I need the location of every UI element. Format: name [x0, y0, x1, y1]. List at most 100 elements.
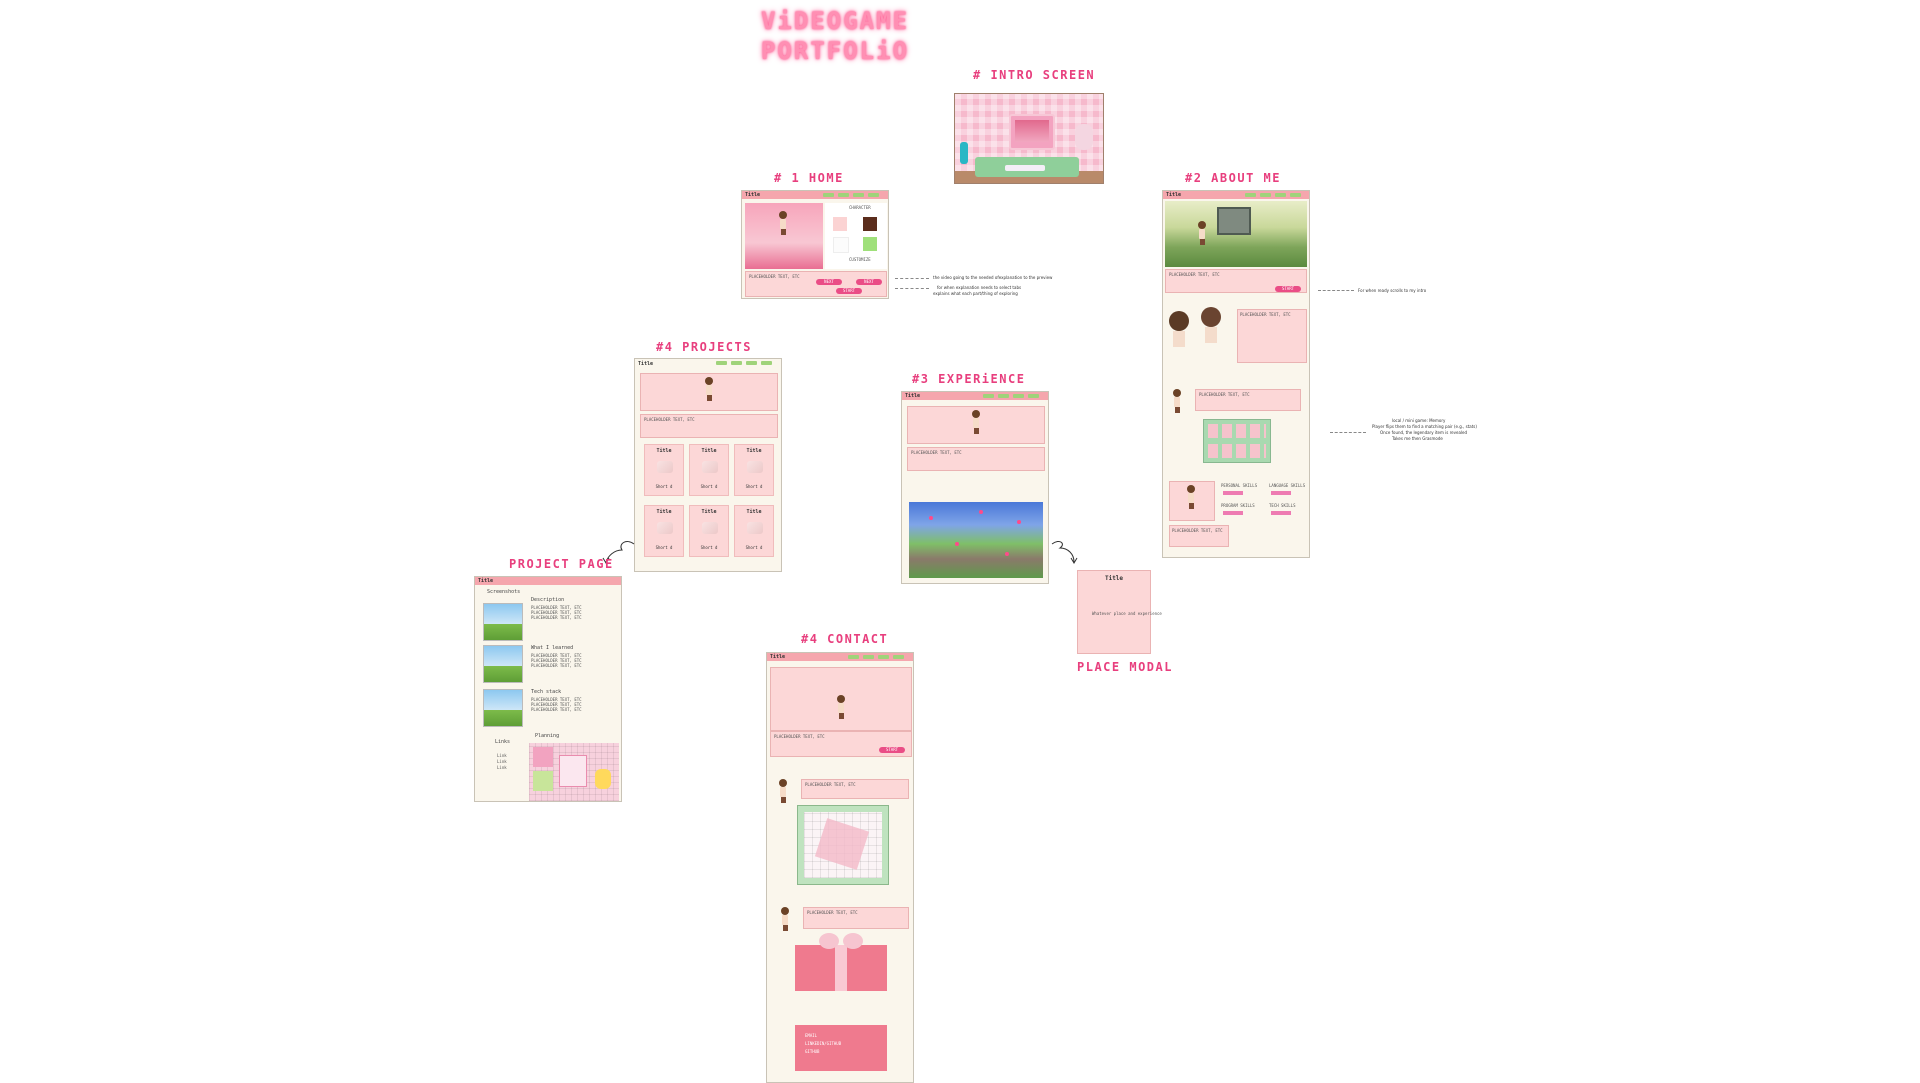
projects-text-box: PLACEHOLDER TEXT, ETC [640, 414, 778, 438]
project-card-1-title: Title [656, 448, 672, 454]
place-modal[interactable]: Title Whatever place and experience [1077, 570, 1162, 654]
home-panel-label-2: CUSTOMIZE [849, 257, 871, 262]
project-card-5-image [702, 522, 718, 534]
pp-planning-board[interactable] [529, 743, 619, 801]
project-card-2-sub: Short d [700, 484, 718, 489]
project-card-4[interactable]: Title Short d [644, 505, 684, 557]
project-card-1-sub: Short d [655, 484, 673, 489]
contact-intro-placeholder: PLACEHOLDER TEXT, ETC [805, 782, 856, 787]
projects-nav-3[interactable] [746, 361, 757, 365]
experience-map[interactable] [909, 502, 1043, 578]
about-start-button[interactable]: START [1275, 286, 1301, 292]
about-arrow-2 [1330, 432, 1366, 433]
pp-link-2[interactable]: Link [497, 759, 507, 764]
home-nav-1[interactable] [823, 193, 834, 197]
skill-label-4: TECH SKILLS [1269, 503, 1296, 508]
contact-frame: Title PLACEHOLDER TEXT, ETC START PLACEH… [766, 652, 914, 1083]
contact-map-board[interactable] [797, 805, 889, 885]
pp-screenshot-3[interactable] [483, 689, 523, 727]
swatch-white[interactable] [833, 237, 849, 253]
projects-frame: Title PLACEHOLDER TEXT, ETC Title Short … [634, 358, 782, 572]
home-nav-4[interactable] [868, 193, 879, 197]
project-page-frame: Title Screenshots Description PLACEHOLDE… [474, 576, 622, 802]
project-card-2[interactable]: Title Short d [689, 444, 729, 496]
contact-nav-4[interactable] [893, 655, 904, 659]
home-nav-3[interactable] [853, 193, 864, 197]
project-card-6-title: Title [746, 509, 762, 515]
experience-frame-title: Title [905, 393, 921, 399]
project-card-3-title: Title [746, 448, 762, 454]
swatch-brown[interactable] [863, 217, 877, 231]
contact-frame-title: Title [770, 654, 786, 660]
project-card-3[interactable]: Title Short d [734, 444, 774, 496]
contact-link-email[interactable]: EMAIL [805, 1033, 817, 1038]
place-modal-heading: PLACE MODAL [1077, 660, 1173, 674]
about-annotation-2a: local / mini game: Memory [1392, 418, 1446, 423]
pp-screenshot-1[interactable] [483, 603, 523, 641]
contact-nav-2[interactable] [863, 655, 874, 659]
home-annotation-1: the video going to the needed ofexplanat… [933, 275, 1053, 280]
projects-nav-4[interactable] [761, 361, 772, 365]
about-nav-4[interactable] [1290, 193, 1301, 197]
projects-nav-2[interactable] [731, 361, 742, 365]
about-annotation-2b: Player flips them to find a matching pai… [1372, 424, 1477, 429]
title-line-1: ViDEOGAME [760, 7, 910, 35]
project-page-frame-title: Title [478, 578, 494, 584]
contact-link-github[interactable]: GITHUB [805, 1049, 819, 1054]
home-start-button[interactable]: START [836, 288, 862, 294]
intro-monitor [1009, 114, 1055, 150]
project-card-6-image [747, 522, 763, 534]
about-character [1198, 221, 1206, 245]
experience-nav-1[interactable] [983, 394, 994, 398]
contact-placeholder: PLACEHOLDER TEXT, ETC [774, 734, 825, 739]
intro-screen-image[interactable] [954, 93, 1104, 184]
home-next-button-1[interactable]: NEXT [816, 279, 842, 285]
experience-frame: Title PLACEHOLDER TEXT, ETC [901, 391, 1049, 584]
contact-link-linkedin[interactable]: LINKEDIN/GITHUB [805, 1041, 841, 1046]
experience-nav-2[interactable] [998, 394, 1009, 398]
home-frame: Title CHARACTER CUSTOMIZE PLACEHOLDER TE… [741, 190, 889, 299]
pp-learned-label: What I learned [531, 645, 574, 651]
home-next-button-2[interactable]: NEXT [856, 279, 882, 285]
memory-game-grid[interactable] [1203, 419, 1271, 463]
projects-nav-1[interactable] [716, 361, 727, 365]
contact-nav-3[interactable] [878, 655, 889, 659]
gift-box[interactable] [795, 945, 887, 991]
contact-character-2 [779, 779, 787, 803]
skill-bar-4 [1271, 511, 1291, 515]
experience-nav-3[interactable] [1013, 394, 1024, 398]
experience-text-box: PLACEHOLDER TEXT, ETC [907, 447, 1045, 471]
project-card-5-sub: Short d [700, 545, 718, 550]
contact-character-3 [781, 907, 789, 931]
pp-link-3[interactable]: Link [497, 765, 507, 770]
skill-bar-3 [1223, 511, 1243, 515]
contact-text-box: PLACEHOLDER TEXT, ETC [770, 731, 912, 757]
project-card-4-sub: Short d [655, 545, 673, 550]
about-memory-text: PLACEHOLDER TEXT, ETC [1195, 389, 1301, 411]
projects-frame-title: Title [638, 361, 654, 367]
project-card-2-image [702, 461, 718, 473]
home-nav-2[interactable] [838, 193, 849, 197]
about-nav-2[interactable] [1260, 193, 1271, 197]
about-frame-title: Title [1166, 192, 1182, 198]
pp-tech-label: Tech stack [531, 689, 562, 695]
about-annotation-2d: Takes me then Grasmode [1392, 436, 1443, 441]
project-card-1-image [657, 461, 673, 473]
about-memory-placeholder: PLACEHOLDER TEXT, ETC [1199, 392, 1250, 397]
experience-nav-4[interactable] [1028, 394, 1039, 398]
about-nav-1[interactable] [1245, 193, 1256, 197]
swatch-green[interactable] [863, 237, 877, 251]
experience-to-modal-arrow [1051, 541, 1078, 564]
pp-link-1[interactable]: Link [497, 753, 507, 758]
pp-screenshots-label: Screenshots [487, 589, 521, 595]
contact-start-button[interactable]: START [879, 747, 905, 753]
project-card-6[interactable]: Title Short d [734, 505, 774, 557]
pp-screenshot-2[interactable] [483, 645, 523, 683]
project-card-5[interactable]: Title Short d [689, 505, 729, 557]
swatch-pink[interactable] [833, 217, 847, 231]
project-card-1[interactable]: Title Short d [644, 444, 684, 496]
contact-nav-1[interactable] [848, 655, 859, 659]
home-arrow-2 [895, 288, 929, 289]
about-robot [1217, 207, 1251, 235]
about-nav-3[interactable] [1275, 193, 1286, 197]
